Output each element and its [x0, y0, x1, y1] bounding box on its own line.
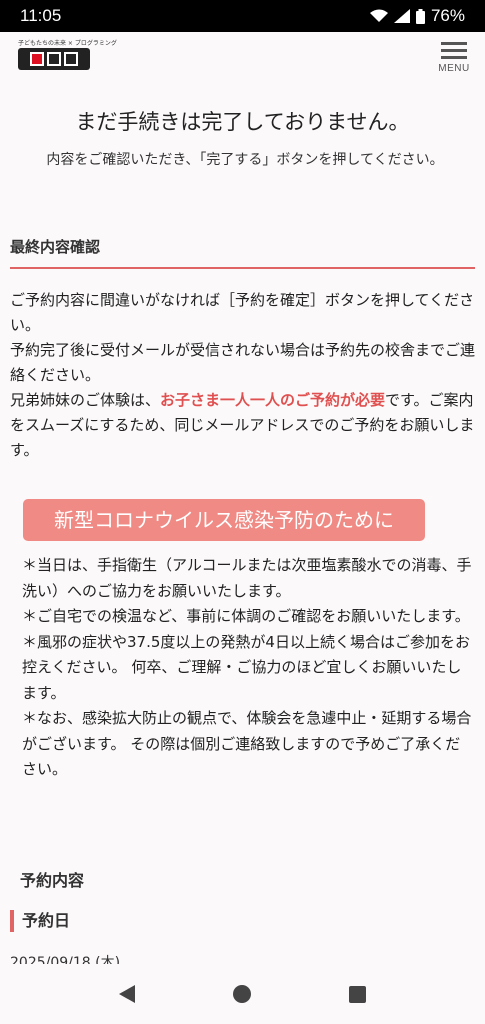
- info-block: ご予約内容に間違いがなければ［予約を確定］ボタンを押してください。 予約完了後に…: [10, 288, 475, 463]
- highlight-text: お子さま一人一人のご予約が必要: [160, 391, 386, 409]
- covid-note: ＊ご自宅での検温など、事前に体調のご確認をお願いいたします。: [22, 607, 470, 625]
- recents-nav-icon[interactable]: [349, 985, 366, 1003]
- battery-level: 76%: [430, 6, 465, 25]
- page-title: まだ手続きは完了しておりません。: [75, 110, 410, 134]
- covid-note: ＊風邪の症状や37.5度以上の発熱が4日以上続く場合はご参加をお控えください。 …: [22, 632, 470, 702]
- status-bar: 11:05 76%: [0, 0, 485, 32]
- date-label: 予約日: [10, 910, 70, 932]
- hamburger-menu-icon: [437, 42, 471, 59]
- page-subtitle: 内容をご確認いただき、「完了する」ボタンを押してください。: [46, 152, 444, 168]
- status-time: 11:05: [20, 6, 62, 25]
- back-nav-icon[interactable]: [119, 985, 135, 1003]
- info-paragraph-siblings: 兄弟姉妹のご体験は、お子さま一人一人のご予約が必要です。ご案内をスムーズにするた…: [10, 391, 475, 459]
- signal-icon: [393, 9, 410, 23]
- info-paragraph: ご予約内容に間違いがなければ［予約を確定］ボタンを押してください。: [10, 291, 475, 334]
- status-icons: 76%: [369, 6, 465, 26]
- system-nav-bar: [0, 964, 485, 1024]
- reservation-heading: 予約内容: [20, 871, 85, 890]
- logo-mark: [18, 48, 90, 70]
- wifi-icon: [369, 9, 388, 22]
- menu-label: MENU: [438, 63, 470, 74]
- covid-notes: ＊当日は、手指衛生（アルコールまたは次亜塩素酸水での消毒、手洗い）へのご協力をお…: [22, 553, 472, 783]
- info-paragraph: 予約完了後に受付メールが受信されない場合は予約先の校舎までご連絡ください。: [10, 341, 476, 384]
- section-title-final-check: 最終内容確認: [10, 236, 475, 269]
- site-header: 子どもたちの未来 × プログラミング MENU: [0, 32, 485, 76]
- logo-tagline: 子どもたちの未来 × プログラミング: [18, 40, 117, 47]
- covid-note: ＊なお、感染拡大防止の観点で、体験会を急遽中止・延期する場合がございます。 その…: [22, 709, 472, 778]
- menu-button[interactable]: MENU: [437, 38, 471, 74]
- covid-note: ＊当日は、手指衛生（アルコールまたは次亜塩素酸水での消毒、手洗い）へのご協力をお…: [22, 556, 472, 600]
- home-nav-icon[interactable]: [233, 985, 251, 1003]
- covid-banner: 新型コロナウイルス感染予防のために: [23, 499, 425, 541]
- battery-icon: [415, 8, 425, 24]
- site-logo[interactable]: 子どもたちの未来 × プログラミング: [18, 40, 117, 70]
